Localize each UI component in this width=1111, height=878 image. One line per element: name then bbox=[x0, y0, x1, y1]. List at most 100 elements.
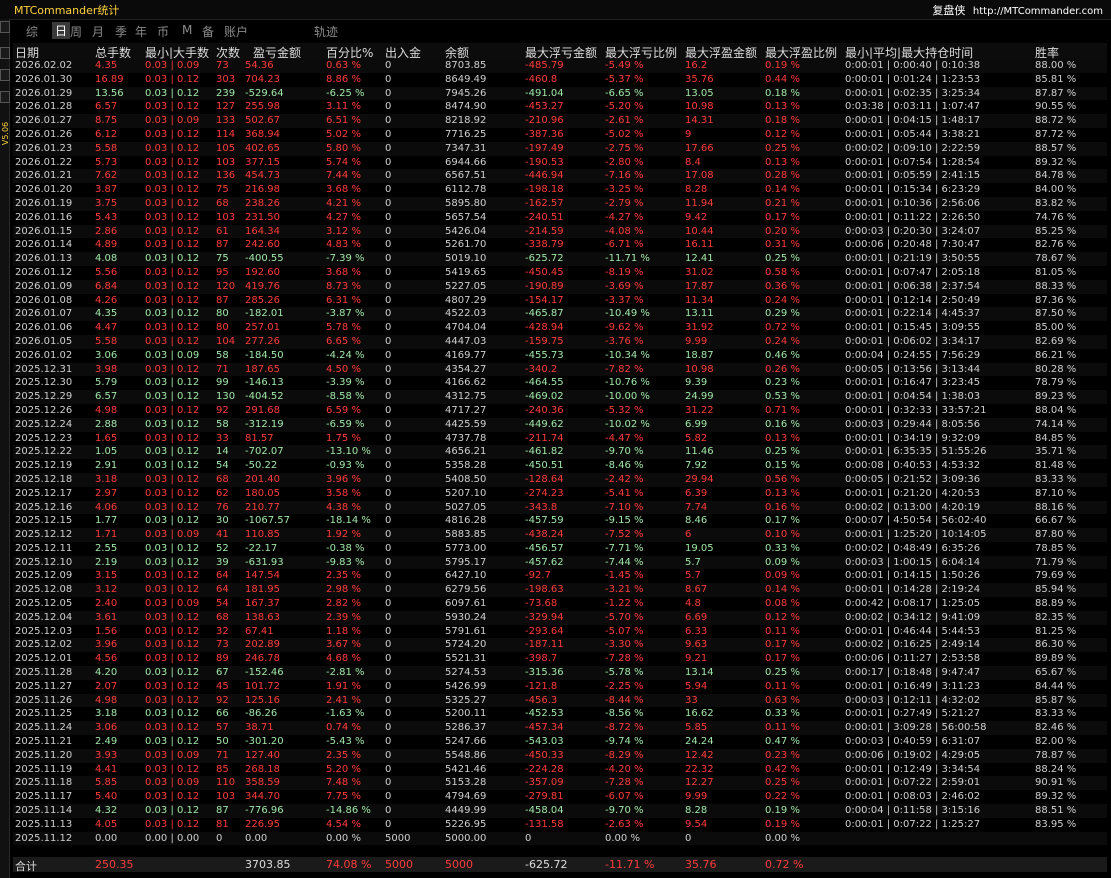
table-row[interactable]: 2025.11.19 4.41 0.03 | 0.12 85 268.18 5.20 % 0… bbox=[13, 763, 1107, 777]
table-row[interactable]: 2026.01.16 5.43 0.03 | 0.12 103 231.50 4.27 %… bbox=[13, 211, 1107, 225]
cell-13: 88.57 % bbox=[1035, 142, 1077, 154]
cell-12: 0:03:38 | 0:03:11 | 1:07:47 bbox=[845, 101, 981, 113]
table-row[interactable]: 2025.12.12 1.71 0.03 | 0.09 41 110.85 1.92 % 0… bbox=[13, 528, 1107, 542]
cell-1: 2.55 bbox=[95, 542, 118, 554]
table-row[interactable]: 2025.12.30 5.79 0.03 | 0.12 99 -146.13 -3.39 … bbox=[13, 376, 1107, 390]
table-row[interactable]: 2026.01.09 6.84 0.03 | 0.12 120 419.76 8.73 %… bbox=[13, 279, 1107, 294]
cell-7: 5883.85 bbox=[445, 529, 487, 541]
tab-4[interactable]: 季 bbox=[115, 23, 127, 40]
table-row[interactable]: 2025.11.14 4.32 0.03 | 0.12 87 -776.96 -14.86… bbox=[13, 804, 1107, 818]
cell-0: 2025.12.19 bbox=[15, 460, 73, 472]
totals-deposit: 5000 bbox=[385, 858, 413, 871]
tab-10[interactable]: 轨迹 bbox=[314, 23, 338, 40]
cell-12: 0:00:01 | 0:34:19 | 9:32:09 bbox=[845, 432, 981, 444]
table-row[interactable]: 2026.01.05 5.58 0.03 | 0.12 104 277.26 6.65 %… bbox=[13, 334, 1107, 349]
cell-12: 0:00:01 | 0:01:24 | 1:23:53 bbox=[845, 73, 981, 85]
table-row[interactable]: 2025.12.10 2.19 0.03 | 0.12 39 -631.93 -9.83 … bbox=[13, 555, 1107, 570]
cell-7: 5027.05 bbox=[445, 501, 487, 513]
table-row[interactable]: 2025.12.09 3.15 0.03 | 0.12 64 147.54 2.35 % 0… bbox=[13, 569, 1107, 583]
table-row[interactable]: 2026.01.15 2.86 0.03 | 0.12 61 164.34 3.12 % 0… bbox=[13, 224, 1107, 239]
table-row[interactable]: 2025.11.27 2.07 0.03 | 0.12 45 101.72 1.91 % 0… bbox=[13, 680, 1107, 694]
table-row[interactable]: 2026.01.12 5.56 0.03 | 0.12 95 192.60 3.68 % 0… bbox=[13, 266, 1107, 280]
table-row[interactable]: 2026.01.29 13.56 0.03 | 0.12 239 -529.64 -6.2… bbox=[13, 86, 1107, 101]
cell-10: 7.92 bbox=[685, 460, 708, 472]
table-row[interactable]: 2025.12.16 4.06 0.03 | 0.12 76 210.77 4.38 % 0… bbox=[13, 500, 1107, 515]
table-row[interactable]: 2025.12.19 2.91 0.03 | 0.12 54 -50.22 -0.93 %… bbox=[13, 459, 1107, 473]
table-row[interactable]: 2026.01.13 4.08 0.03 | 0.12 75 -400.55 -7.39 … bbox=[13, 252, 1107, 266]
table-row[interactable]: 2025.12.03 1.56 0.03 | 0.12 32 67.41 1.18 % 0 5… bbox=[13, 625, 1107, 639]
table-row[interactable]: 2025.11.13 4.05 0.03 | 0.12 81 226.95 4.54 % 0… bbox=[13, 818, 1107, 832]
cell-2: 0.03 | 0.09 bbox=[145, 349, 200, 361]
tool-box-4[interactable] bbox=[0, 91, 10, 103]
table-row[interactable]: 2025.12.31 3.98 0.03 | 0.12 71 187.65 4.50 % 0… bbox=[13, 362, 1107, 377]
table-row[interactable]: 2026.01.19 3.75 0.03 | 0.12 68 238.26 4.21 % 0… bbox=[13, 196, 1107, 211]
cell-4: 201.40 bbox=[245, 473, 280, 485]
tab-0[interactable]: 综 bbox=[26, 23, 38, 40]
table-row[interactable]: 2025.11.24 3.06 0.03 | 0.12 57 38.71 0.74 % 0 5… bbox=[13, 721, 1107, 736]
table-row[interactable]: 2026.01.22 5.73 0.03 | 0.12 103 377.15 5.74 %… bbox=[13, 156, 1107, 170]
table-row[interactable]: 2026.01.27 8.75 0.03 | 0.09 133 502.67 6.51 %… bbox=[13, 114, 1107, 128]
table-row[interactable]: 2026.01.30 16.89 0.03 | 0.12 303 704.23 8.86 … bbox=[13, 73, 1107, 87]
cell-3: 95 bbox=[216, 266, 229, 278]
table-row[interactable]: 2026.01.06 4.47 0.03 | 0.12 80 257.01 5.78 % 0… bbox=[13, 321, 1107, 335]
table-row[interactable]: 2025.12.05 2.40 0.03 | 0.09 54 167.37 2.82 % 0… bbox=[13, 597, 1107, 611]
table-row[interactable]: 2026.01.23 5.58 0.03 | 0.12 105 402.65 5.80 %… bbox=[13, 141, 1107, 156]
table-row[interactable]: 2025.12.15 1.77 0.03 | 0.12 30 -1067.57 -18.1… bbox=[13, 514, 1107, 528]
cell-10: 6.39 bbox=[685, 487, 708, 499]
table-row[interactable]: 2026.01.02 3.06 0.03 | 0.09 58 -184.50 -4.24 … bbox=[13, 349, 1107, 363]
tab-2[interactable]: 周 bbox=[70, 23, 82, 40]
cell-1: 4.35 bbox=[95, 308, 118, 320]
tab-8[interactable]: 备 bbox=[202, 23, 214, 40]
cell-3: 75 bbox=[216, 184, 229, 196]
cell-11: 0.17 % bbox=[765, 639, 800, 651]
table-row[interactable]: 2025.11.17 5.40 0.03 | 0.12 103 344.70 7.75 %… bbox=[13, 790, 1107, 804]
cell-13: 89.32 % bbox=[1035, 156, 1077, 168]
tab-5[interactable]: 年 bbox=[135, 23, 147, 40]
tab-1[interactable]: 日 bbox=[52, 22, 71, 39]
table-row[interactable]: 2025.12.18 3.18 0.03 | 0.12 68 201.40 3.96 % 0… bbox=[13, 472, 1107, 487]
table-row[interactable]: 2026.01.20 3.87 0.03 | 0.12 75 216.98 3.68 % 0… bbox=[13, 183, 1107, 197]
table-row[interactable]: 2025.12.24 2.88 0.03 | 0.12 58 -312.19 -6.59 … bbox=[13, 417, 1107, 432]
tab-3[interactable]: 月 bbox=[92, 23, 104, 40]
cell-4: 101.72 bbox=[245, 680, 280, 692]
table-row[interactable]: 2025.12.11 2.55 0.03 | 0.12 52 -22.17 -0.38 %… bbox=[13, 542, 1107, 556]
brand-url-link[interactable]: http://MTCommander.com bbox=[973, 6, 1103, 17]
cell-13: 80.28 % bbox=[1035, 363, 1077, 375]
table-row[interactable]: 2025.11.18 5.85 0.03 | 0.09 110 358.59 7.48 %… bbox=[13, 776, 1107, 791]
table-row[interactable]: 2025.12.23 1.65 0.03 | 0.12 33 81.57 1.75 % 0 4… bbox=[13, 432, 1107, 446]
table-row[interactable]: 2025.12.04 3.61 0.03 | 0.12 68 138.63 2.39 % 0… bbox=[13, 610, 1107, 625]
table-row[interactable]: 2025.11.25 3.18 0.03 | 0.12 66 -86.26 -1.63 %… bbox=[13, 707, 1107, 721]
cell-1: 3.06 bbox=[95, 722, 118, 734]
table-row[interactable]: 2026.02.02 4.35 0.03 | 0.09 73 54.36 0.63 % 0 8… bbox=[13, 59, 1107, 73]
tool-box-2[interactable] bbox=[0, 47, 10, 59]
table-row[interactable]: 2025.11.26 4.98 0.03 | 0.12 92 125.16 2.41 % 0… bbox=[13, 693, 1107, 708]
table-row[interactable]: 2025.12.02 3.96 0.03 | 0.12 73 202.89 3.67 % 0… bbox=[13, 638, 1107, 653]
table-row[interactable]: 2025.12.26 4.98 0.03 | 0.12 92 291.68 6.59 % 0… bbox=[13, 404, 1107, 418]
tab-7[interactable]: M bbox=[182, 23, 192, 37]
table-row[interactable]: 2025.11.21 2.49 0.03 | 0.12 50 -301.20 -5.43 … bbox=[13, 735, 1107, 749]
table-row[interactable]: 2026.01.08 4.26 0.03 | 0.12 87 285.26 6.31 % 0… bbox=[13, 294, 1107, 308]
tool-box-1[interactable] bbox=[0, 21, 10, 33]
tab-9[interactable]: 账户 bbox=[224, 23, 248, 40]
table-row[interactable]: 2025.12.08 3.12 0.03 | 0.12 64 181.95 2.98 % 0… bbox=[13, 583, 1107, 598]
table-row[interactable]: 2025.11.20 3.93 0.03 | 0.09 71 127.40 2.35 % 0… bbox=[13, 748, 1107, 763]
cell-0: 2025.12.04 bbox=[15, 611, 73, 623]
tool-box-3[interactable] bbox=[0, 69, 10, 81]
table-row[interactable]: 2026.01.14 4.89 0.03 | 0.12 87 242.60 4.83 % 0… bbox=[13, 238, 1107, 252]
cell-9: -3.21 % bbox=[605, 584, 644, 596]
table-row[interactable]: 2026.01.21 7.62 0.03 | 0.12 136 454.73 7.44 %… bbox=[13, 169, 1107, 184]
table-row[interactable]: 2026.01.28 6.57 0.03 | 0.12 127 255.98 3.11 %… bbox=[13, 100, 1107, 114]
table-row[interactable]: 2025.12.22 1.05 0.03 | 0.12 14 -702.07 -13.10… bbox=[13, 445, 1107, 460]
cell-13: 83.33 % bbox=[1035, 473, 1077, 485]
table-row[interactable]: 2025.11.28 4.20 0.03 | 0.12 67 -152.46 -2.81 … bbox=[13, 666, 1107, 680]
tab-6[interactable]: 币 bbox=[157, 23, 169, 40]
cell-8: -154.17 bbox=[525, 294, 564, 306]
cell-3: 33 bbox=[216, 432, 229, 444]
table-row[interactable]: 2026.01.07 4.35 0.03 | 0.12 80 -182.01 -3.87 … bbox=[13, 307, 1107, 322]
table-row[interactable]: 2026.01.26 6.12 0.03 | 0.12 114 368.94 5.02 %… bbox=[13, 128, 1107, 142]
table-row[interactable]: 2025.11.12 0.00 0.00 | 0.00 0 0.00 0.00 % 5000… bbox=[13, 831, 1107, 846]
cell-6: 0 bbox=[385, 87, 392, 99]
table-row[interactable]: 2025.12.29 6.57 0.03 | 0.12 130 -404.52 -8.58… bbox=[13, 390, 1107, 404]
table-row[interactable]: 2025.12.01 4.56 0.03 | 0.12 89 246.78 4.68 % 0… bbox=[13, 652, 1107, 666]
table-row[interactable]: 2025.12.17 2.97 0.03 | 0.12 62 180.05 3.58 % 0… bbox=[13, 487, 1107, 501]
